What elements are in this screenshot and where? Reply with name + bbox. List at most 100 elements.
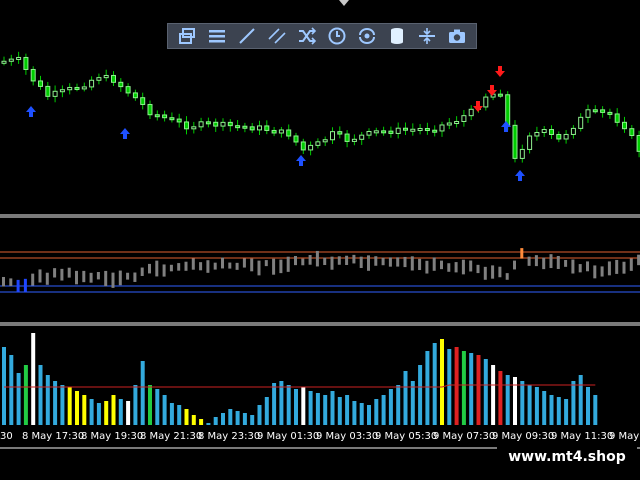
- time-axis-label: 8 May 21:30: [140, 431, 203, 442]
- histogram-bar: [140, 361, 145, 425]
- oscillator-bar: [82, 270, 86, 283]
- chart-shift-marker[interactable]: [339, 0, 349, 6]
- candle-body: [23, 56, 29, 70]
- oscillator-bar: [323, 257, 327, 266]
- oscillator-bar: [301, 258, 305, 266]
- screenshot-button[interactable]: [445, 25, 469, 47]
- candle-body: [315, 141, 321, 146]
- menu-lines-button[interactable]: [205, 25, 229, 47]
- oscillator-bar: [264, 260, 268, 267]
- candle-body: [410, 128, 416, 132]
- histogram-bar: [527, 385, 532, 425]
- candle-body: [607, 111, 613, 115]
- candle-body: [388, 130, 394, 134]
- oscillator-bar: [593, 265, 597, 279]
- oscillator-bar: [410, 256, 414, 271]
- oscillator-bar: [221, 257, 224, 269]
- pane-separator-1[interactable]: [0, 214, 640, 218]
- windows-button[interactable]: [175, 25, 199, 47]
- histogram-bar: [301, 387, 306, 425]
- histogram-bar: [374, 399, 379, 425]
- oscillator-bar: [162, 264, 166, 277]
- oscillator-bar: [308, 255, 312, 265]
- oscillator-bar: [67, 267, 71, 278]
- histogram-bar: [578, 375, 583, 425]
- oscillator-bar: [9, 278, 13, 286]
- candle-body: [205, 121, 211, 125]
- oscillator-bar: [279, 259, 283, 274]
- histogram-bar: [381, 395, 386, 425]
- time-axis-label: 9 May 11:30: [551, 431, 614, 442]
- histogram-bar: [235, 411, 240, 425]
- histogram-bar: [469, 353, 474, 425]
- histogram-bar: [476, 355, 481, 425]
- candle-body: [67, 86, 73, 91]
- candle-body: [373, 130, 379, 134]
- oscillator-bar: [600, 266, 604, 277]
- trend-line-button[interactable]: [235, 25, 259, 47]
- time-axis-label: 9 May 05:30: [375, 431, 438, 442]
- oscillator-bar: [257, 260, 261, 276]
- oscillator-bar: [45, 272, 49, 285]
- floating-toolbar: [167, 23, 477, 49]
- candle-body: [300, 141, 306, 151]
- histogram-bar: [169, 403, 174, 425]
- windows-icon: [179, 28, 195, 44]
- price-chart[interactable]: [0, 0, 640, 480]
- oscillator-bar: [242, 258, 246, 268]
- trash-button[interactable]: [385, 25, 409, 47]
- histogram-bar: [337, 397, 342, 425]
- histogram-bar: [23, 365, 28, 425]
- oscillator-bar: [104, 270, 108, 287]
- trend-line-icon: [239, 28, 255, 44]
- histogram-bar: [432, 343, 437, 425]
- histogram-bar: [118, 399, 123, 425]
- histogram-bar: [96, 403, 101, 425]
- pane-separator-2[interactable]: [0, 322, 640, 326]
- candle-body: [454, 121, 460, 125]
- time-axis-label: 9 May 07:30: [433, 431, 496, 442]
- histogram-bar: [53, 381, 58, 425]
- candle-body: [424, 127, 430, 131]
- candle-body: [534, 132, 540, 137]
- histogram-bar: [345, 395, 350, 425]
- histogram-bar: [454, 347, 459, 425]
- histogram-bar: [388, 389, 393, 425]
- candle-body: [366, 130, 372, 136]
- histogram-bar: [111, 395, 116, 425]
- oscillator-bar: [483, 266, 487, 280]
- histogram-bar: [126, 401, 131, 425]
- candle-body: [293, 135, 299, 143]
- histogram-bar: [228, 409, 233, 425]
- oscillator-bar: [396, 257, 400, 267]
- oscillator-bar: [564, 259, 568, 267]
- histogram-bar: [191, 415, 196, 425]
- split-vertical-button[interactable]: [415, 25, 439, 47]
- parallel-lines-button[interactable]: [265, 25, 289, 47]
- time-axis-label: 9 May 1: [609, 431, 640, 442]
- candle-body: [191, 126, 197, 130]
- candle-body: [16, 56, 22, 60]
- oscillator-bar: [133, 272, 137, 282]
- oscillator-bar: [454, 262, 458, 273]
- split-vertical-icon: [419, 28, 435, 44]
- oscillator-bar: [177, 263, 181, 271]
- candle-body: [600, 109, 606, 113]
- oscillator-bar: [53, 268, 57, 278]
- clock-button[interactable]: [325, 25, 349, 47]
- oscillator-bar: [16, 279, 20, 293]
- candle-body: [308, 144, 314, 151]
- oscillator-bar: [622, 261, 626, 274]
- oscillator-bar: [513, 260, 516, 270]
- candle-body: [468, 108, 474, 117]
- oscillator-bar: [345, 255, 349, 265]
- candle-body: [527, 135, 533, 150]
- candle-body: [235, 125, 241, 129]
- oscillator-bar: [586, 261, 589, 272]
- oscillator-bar: [330, 256, 334, 270]
- histogram-bar: [221, 413, 225, 425]
- oscillator-bar: [213, 262, 217, 270]
- oscillator-bar: [140, 267, 144, 276]
- crossing-arrows-button[interactable]: [295, 25, 319, 47]
- eye-cycle-button[interactable]: [355, 25, 379, 47]
